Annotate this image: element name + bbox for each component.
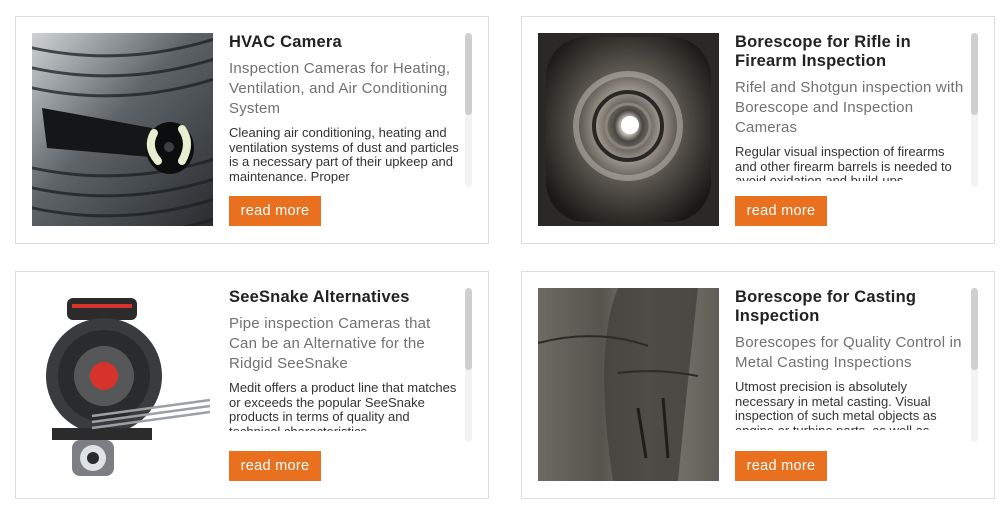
card-title[interactable]: Borescope for Rifle in Firearm Inspectio… bbox=[735, 33, 967, 71]
read-more-button[interactable]: read more bbox=[735, 451, 827, 481]
card-subtitle: Rifel and Shotgun inspection with Boresc… bbox=[735, 79, 964, 136]
card-description: Medit offers a product line that matches… bbox=[229, 381, 457, 431]
card-title[interactable]: SeeSnake Alternatives bbox=[229, 288, 461, 307]
read-more-button[interactable]: read more bbox=[735, 196, 827, 226]
card-rifle-borescope: Borescope for Rifle in Firearm Inspectio… bbox=[521, 16, 995, 244]
card-description: Cleaning air conditioning, heating and v… bbox=[229, 126, 459, 184]
pipe-inspection-reel-photo bbox=[32, 288, 213, 481]
hvac-duct-camera-photo bbox=[32, 33, 213, 226]
scrollbar-thumb[interactable] bbox=[465, 288, 472, 370]
card-casting-borescope: Borescope for Casting Inspection Boresco… bbox=[521, 271, 995, 499]
scrollbar-thumb[interactable] bbox=[465, 33, 472, 115]
card-title[interactable]: Borescope for Casting Inspection bbox=[735, 288, 967, 326]
card-description: Regular visual inspection of firearms an… bbox=[735, 145, 952, 181]
card-scrollbar[interactable] bbox=[971, 288, 978, 442]
card-scrollbar[interactable] bbox=[465, 33, 472, 187]
card-scrollbar[interactable] bbox=[971, 33, 978, 187]
card-scrollbar[interactable] bbox=[465, 288, 472, 442]
card-seesnake-alternatives: SeeSnake Alternatives Pipe inspection Ca… bbox=[15, 271, 489, 499]
scrollbar-thumb[interactable] bbox=[971, 288, 978, 370]
card-subtitle: Pipe inspection Cameras that Can be an A… bbox=[229, 315, 431, 372]
rifle-borescope-image[interactable] bbox=[538, 33, 719, 226]
scrollbar-thumb[interactable] bbox=[971, 33, 978, 115]
metal-casting-interior-photo bbox=[538, 288, 719, 481]
rifle-barrel-bore-photo bbox=[538, 33, 719, 226]
card-hvac-camera: HVAC Camera Inspection Cameras for Heati… bbox=[15, 16, 489, 244]
card-subtitle: Borescopes for Quality Control in Metal … bbox=[735, 334, 962, 371]
read-more-button[interactable]: read more bbox=[229, 196, 321, 226]
card-subtitle: Inspection Cameras for Heating, Ventilat… bbox=[229, 60, 451, 117]
casting-borescope-image[interactable] bbox=[538, 288, 719, 481]
card-title[interactable]: HVAC Camera bbox=[229, 33, 461, 52]
read-more-button[interactable]: read more bbox=[229, 451, 321, 481]
seesnake-image[interactable] bbox=[32, 288, 213, 481]
card-description: Utmost precision is absolutely necessary… bbox=[735, 380, 937, 430]
hvac-camera-image[interactable] bbox=[32, 33, 213, 226]
